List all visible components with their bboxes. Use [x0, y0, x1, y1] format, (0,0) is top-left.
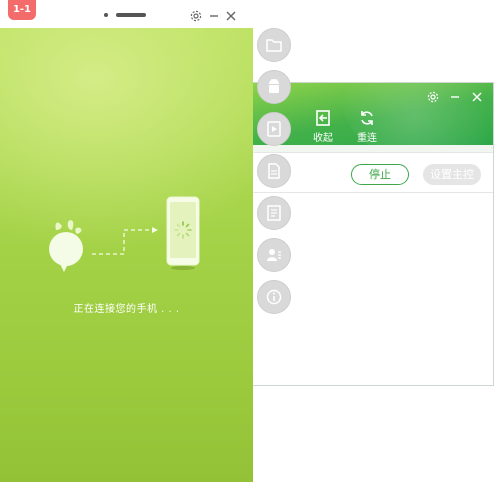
video-icon — [267, 121, 281, 137]
folder-icon — [266, 39, 282, 52]
connection-arrow — [92, 227, 158, 255]
reconnect-label: 重连 — [357, 133, 377, 144]
reconnect-button[interactable]: 重连 — [357, 109, 377, 144]
close-icon[interactable] — [225, 7, 237, 21]
set-host-button[interactable]: 设置主控 — [423, 164, 481, 185]
close-icon[interactable] — [471, 88, 483, 102]
phone-connect-window: 1-1 正在连接您的手机 . . . — [0, 0, 253, 482]
background-window-subbar — [253, 145, 493, 153]
files-button[interactable] — [257, 28, 291, 62]
apps-button[interactable] — [257, 70, 291, 104]
notes-button[interactable] — [257, 196, 291, 230]
minimize-icon[interactable] — [449, 88, 461, 100]
radish-logo-icon — [49, 220, 83, 272]
instance-badge: 1-1 — [8, 0, 36, 20]
videos-button[interactable] — [257, 112, 291, 146]
info-icon — [266, 289, 282, 305]
settings-icon[interactable] — [427, 88, 439, 103]
phone-icon — [166, 196, 200, 270]
documents-button[interactable] — [257, 154, 291, 188]
minimize-icon[interactable] — [208, 7, 220, 19]
collapse-button[interactable]: 收起 — [313, 109, 333, 144]
collapse-icon — [316, 110, 330, 126]
screen: 收起 重连 停止 设置主控 1-1 正在连接您的手机 . . . — [0, 0, 500, 482]
about-button[interactable] — [257, 280, 291, 314]
document-icon — [268, 163, 280, 179]
title-bar[interactable]: 1-1 — [0, 0, 253, 28]
stop-button[interactable]: 停止 — [351, 164, 409, 185]
background-window-controls — [427, 88, 483, 103]
connection-status: 正在连接您的手机 . . . — [73, 304, 180, 315]
contacts-button[interactable] — [257, 238, 291, 272]
collapse-label: 收起 — [313, 133, 333, 144]
refresh-icon — [361, 111, 373, 125]
settings-icon[interactable] — [190, 7, 202, 22]
list-icon — [267, 205, 281, 221]
drag-handle[interactable] — [104, 12, 150, 18]
android-icon — [269, 79, 279, 93]
contacts-icon — [267, 249, 281, 261]
